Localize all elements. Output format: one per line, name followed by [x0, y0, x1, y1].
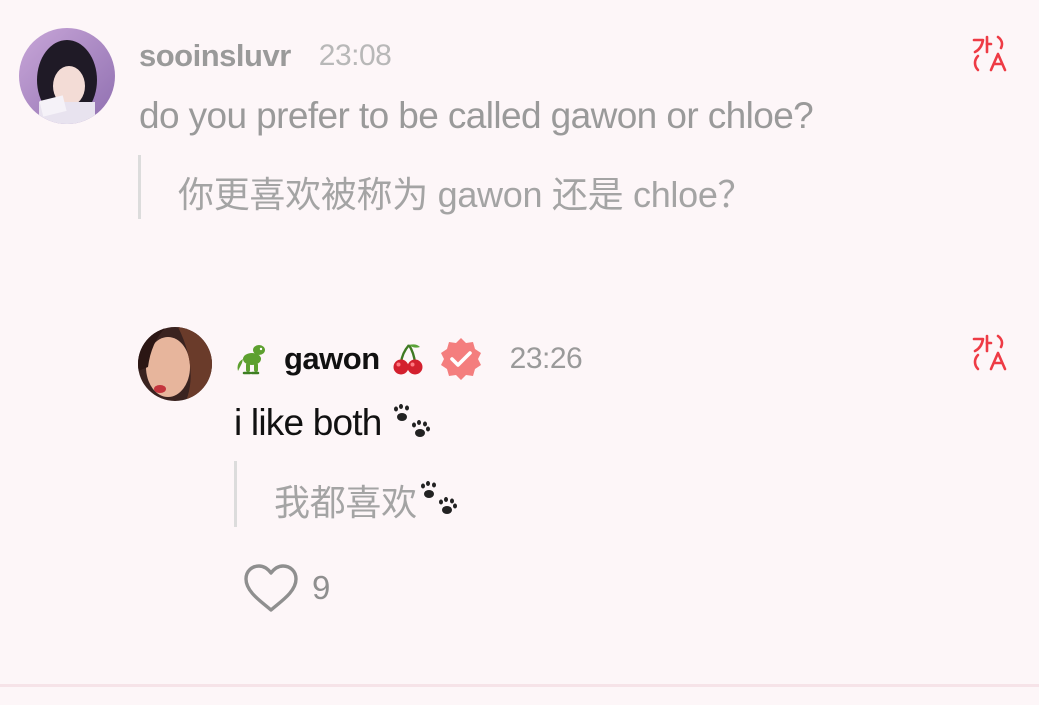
reply-avatar-image: [138, 327, 212, 401]
paw-prints-emoji-icon: [390, 403, 434, 443]
comment-translation: 你更喜欢被称为 gawon 还是 chloe？: [178, 174, 754, 215]
comment-username[interactable]: sooinsluvr: [139, 38, 291, 74]
avatar[interactable]: [19, 28, 115, 124]
like-count: 9: [312, 569, 331, 606]
reply-translation-row: 我都喜欢: [274, 474, 461, 526]
reply-text: i like both: [234, 402, 382, 443]
verified-badge-icon: [438, 336, 484, 382]
paw-prints-emoji-icon: [417, 480, 461, 520]
translate-icon[interactable]: [970, 34, 1010, 74]
reply-username[interactable]: gawon: [284, 341, 380, 377]
reply-time: 23:26: [509, 342, 583, 375]
reply-text-row: i like both: [234, 400, 434, 446]
dinosaur-emoji-icon: [234, 341, 270, 377]
translate-icon[interactable]: [970, 333, 1010, 373]
comment-meta: sooinsluvr 23:08: [139, 36, 392, 76]
reply-translation: 我都喜欢: [274, 482, 417, 523]
heart-outline-icon: [242, 562, 300, 614]
comment-thread: sooinsluvr 23:08 do you prefer to be cal…: [0, 0, 1039, 705]
comment-text: do you prefer to be called gawon or chlo…: [139, 95, 814, 136]
reply-avatar[interactable]: [138, 327, 212, 401]
avatar-image: [19, 28, 115, 124]
cherries-emoji-icon: [390, 341, 426, 377]
divider: [0, 684, 1039, 687]
like-button[interactable]: 9: [242, 562, 330, 614]
comment-translation-bar: [138, 155, 141, 219]
reply-meta: gawon 23:26: [234, 336, 583, 382]
comment-time: 23:08: [318, 39, 392, 72]
reply-translation-bar: [234, 461, 237, 527]
